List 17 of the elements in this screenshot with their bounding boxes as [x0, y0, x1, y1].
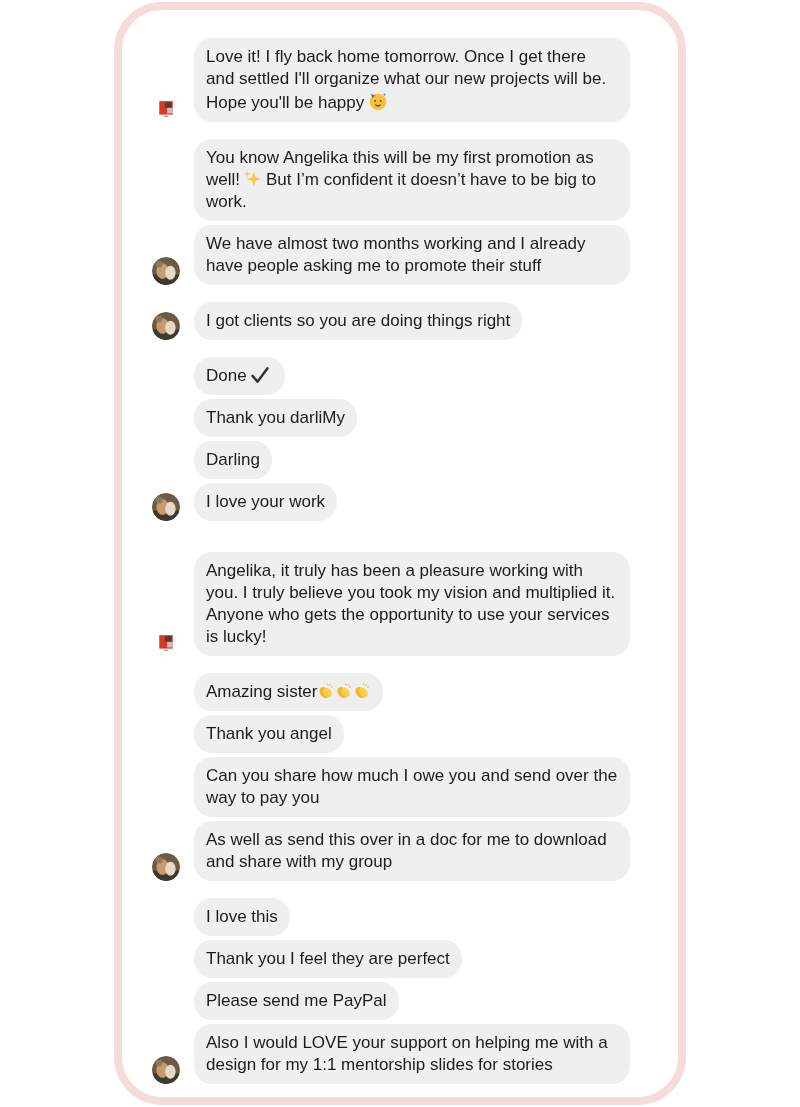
- message-bubble: Can you share how much I owe you and send over the way to pay you: [194, 757, 630, 817]
- message-bubble: Amazing sister: [194, 673, 384, 711]
- message-bubble: As well as send this over in a doc for me to download and share with my group: [194, 821, 630, 881]
- message-bubble: Thank you darliMy: [194, 399, 357, 437]
- message-bubble: I got clients so you are doing things right: [194, 302, 523, 340]
- message-bubble: Done: [194, 357, 285, 395]
- message-bubble: Also I would LOVE your support on helping me with a design for my 1:1 mentorship slides for stories: [194, 1024, 630, 1084]
- message-bubble: Thank you I feel they are perfect: [194, 940, 462, 978]
- message-bubble: Darling: [194, 441, 272, 479]
- message-bubble: Thank you angel: [194, 715, 344, 753]
- message-bubble: Angelika, it truly has been a pleasure working with you. I truly believe you took my vision and multiplied it. Anyone who gets the opportunity to use your services is lucky!: [194, 552, 630, 656]
- message-bubble: We have almost two months working and I already have people asking me to promote their stuff: [194, 225, 630, 285]
- message-bubble: I love your work: [194, 483, 338, 521]
- message-bubble: You know Angelika this will be my first promotion as well! But I’m confident it doesn’t have to be big to work.: [194, 139, 630, 221]
- message-bubble: Please send me PayPal: [194, 982, 399, 1020]
- message-bubble: Love it! I fly back home tomorrow. Once I get there and settled I'll organize what our new projects will be. Hope you'll be happy: [194, 38, 630, 122]
- message-bubble: I love this: [194, 898, 290, 936]
